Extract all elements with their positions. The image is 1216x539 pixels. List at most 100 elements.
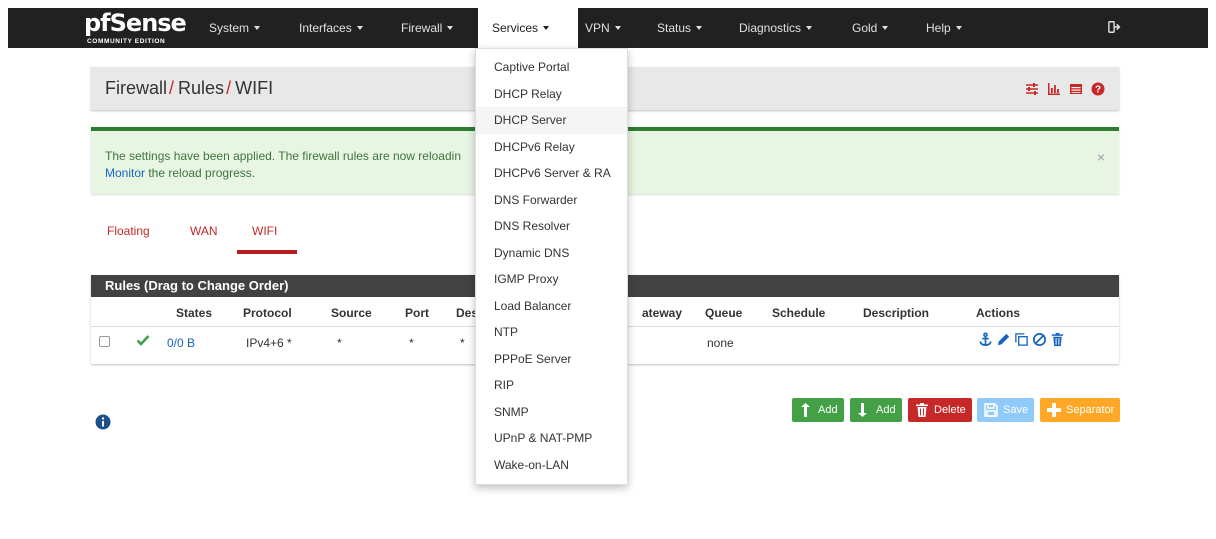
add-separator-button[interactable]: Separator	[1040, 398, 1121, 422]
nav-firewall[interactable]: Firewall	[401, 8, 454, 48]
menu-item-igmp-proxy[interactable]: IGMP Proxy	[476, 266, 627, 293]
nav-interfaces-label: Interfaces	[299, 21, 352, 35]
nav-firewall-label: Firewall	[401, 21, 443, 35]
bar-chart-icon[interactable]	[1047, 82, 1061, 96]
caret-down-icon	[882, 26, 889, 30]
nav-vpn-label: VPN	[585, 21, 610, 35]
caret-down-icon	[543, 26, 550, 30]
column-header-port: Port	[405, 306, 429, 320]
anchor-icon[interactable]	[978, 332, 993, 347]
column-header-schedule: Schedule	[772, 306, 826, 320]
nav-gold[interactable]: Gold	[852, 8, 889, 48]
arrow-down-icon	[856, 402, 872, 418]
menu-item-upnp-nat-pmp[interactable]: UPnP & NAT-PMP	[476, 425, 627, 452]
menu-item-dynamic-dns[interactable]: Dynamic DNS	[476, 240, 627, 267]
tab-wifi[interactable]: WIFI	[252, 224, 277, 238]
alert-text: The settings have been applied. The fire…	[105, 149, 461, 163]
copy-icon[interactable]	[1014, 332, 1029, 347]
nav-help[interactable]: Help	[926, 8, 962, 48]
pfsense-logo[interactable]: pfSense COMMUNITY EDITION	[84, 9, 194, 47]
caret-down-icon	[447, 26, 454, 30]
column-header-gateway: ateway	[642, 306, 683, 320]
caret-down-icon	[806, 26, 813, 30]
breadcrumb-separator: /	[226, 78, 232, 98]
rule-states[interactable]: 0/0 B	[167, 336, 195, 350]
plus-icon	[1046, 402, 1062, 418]
add-rule-top-button[interactable]: Add	[792, 398, 844, 422]
delete-button[interactable]: Delete	[908, 398, 972, 422]
column-header-description: Description	[863, 306, 930, 320]
sliders-icon[interactable]	[1025, 82, 1039, 96]
nav-diagnostics-label: Diagnostics	[739, 21, 802, 35]
rule-actions	[978, 332, 1065, 348]
nav-status-label: Status	[657, 21, 692, 35]
menu-item-load-balancer[interactable]: Load Balancer	[476, 293, 627, 320]
close-icon[interactable]: ×	[1097, 149, 1105, 165]
rule-destination: *	[460, 336, 465, 350]
rule-select-checkbox[interactable]	[99, 336, 110, 347]
separator-label: Separator	[1066, 404, 1115, 416]
rule-queue: none	[707, 336, 734, 350]
check-icon[interactable]	[136, 333, 150, 347]
column-header-source: Source	[331, 306, 372, 320]
nav-services-label: Services	[492, 21, 539, 35]
column-header-queue: Queue	[705, 306, 743, 320]
menu-item-dhcp-server[interactable]: DHCP Server	[476, 107, 627, 134]
breadcrumb-rules[interactable]: Rules	[178, 78, 224, 98]
menu-item-dhcpv6-server-ra[interactable]: DHCPv6 Server & RA	[476, 160, 627, 187]
delete-label: Delete	[934, 404, 966, 416]
help-circle-icon[interactable]: ?	[1091, 82, 1105, 96]
column-header-protocol: Protocol	[243, 306, 292, 320]
caret-down-icon	[254, 26, 261, 30]
rule-source: *	[337, 336, 342, 350]
services-dropdown-menu: Captive Portal DHCP Relay DHCP Server DH…	[475, 48, 628, 485]
floppy-disk-icon	[983, 402, 999, 418]
info-icon[interactable]	[95, 414, 111, 430]
nav-gold-label: Gold	[852, 21, 878, 35]
svg-text:?: ?	[1095, 85, 1101, 96]
breadcrumb-firewall[interactable]: Firewall	[105, 78, 167, 98]
trash-icon	[914, 402, 930, 418]
logo-glyph: pf	[84, 9, 111, 37]
caret-down-icon	[614, 26, 621, 30]
menu-item-captive-portal[interactable]: Captive Portal	[476, 54, 627, 81]
arrow-up-icon	[798, 402, 814, 418]
menu-item-dns-forwarder[interactable]: DNS Forwarder	[476, 187, 627, 214]
breadcrumb-wifi: WIFI	[235, 78, 274, 98]
rule-protocol: IPv4+6 *	[246, 336, 292, 350]
column-header-states: States	[176, 306, 213, 320]
caret-down-icon	[696, 26, 703, 30]
nav-services[interactable]: Services	[478, 8, 578, 48]
block-icon[interactable]	[1032, 332, 1047, 347]
header-icons: ?	[1025, 81, 1105, 97]
pencil-icon[interactable]	[996, 332, 1011, 347]
menu-item-pppoe-server[interactable]: PPPoE Server	[476, 346, 627, 373]
logo-edition: COMMUNITY EDITION	[87, 38, 166, 45]
tab-wan[interactable]: WAN	[190, 224, 218, 238]
nav-system-label: System	[209, 21, 250, 35]
menu-item-wake-on-lan[interactable]: Wake-on-LAN	[476, 452, 627, 479]
nav-status[interactable]: Status	[657, 8, 703, 48]
nav-vpn[interactable]: VPN	[585, 8, 621, 48]
nav-diagnostics[interactable]: Diagnostics	[739, 8, 813, 48]
column-header-actions: Actions	[976, 306, 1021, 320]
menu-item-dhcp-relay[interactable]: DHCP Relay	[476, 81, 627, 108]
menu-item-snmp[interactable]: SNMP	[476, 399, 627, 426]
menu-item-dns-resolver[interactable]: DNS Resolver	[476, 213, 627, 240]
caret-down-icon	[955, 26, 962, 30]
table-icon[interactable]	[1069, 82, 1083, 96]
save-button[interactable]: Save	[977, 398, 1035, 422]
trash-icon[interactable]	[1050, 332, 1065, 347]
add-rule-bottom-button[interactable]: Add	[850, 398, 902, 422]
monitor-link[interactable]: Monitor	[105, 166, 145, 180]
menu-item-rip[interactable]: RIP	[476, 372, 627, 399]
add-top-label: Add	[818, 404, 838, 416]
menu-item-dhcpv6-relay[interactable]: DHCPv6 Relay	[476, 134, 627, 161]
breadcrumb-separator: /	[169, 78, 175, 98]
tab-floating[interactable]: Floating	[107, 224, 150, 238]
menu-item-ntp[interactable]: NTP	[476, 319, 627, 346]
nav-interfaces[interactable]: Interfaces	[299, 8, 363, 48]
nav-system[interactable]: System	[209, 8, 261, 48]
caret-down-icon	[356, 26, 363, 30]
logout-icon[interactable]	[1108, 20, 1122, 34]
